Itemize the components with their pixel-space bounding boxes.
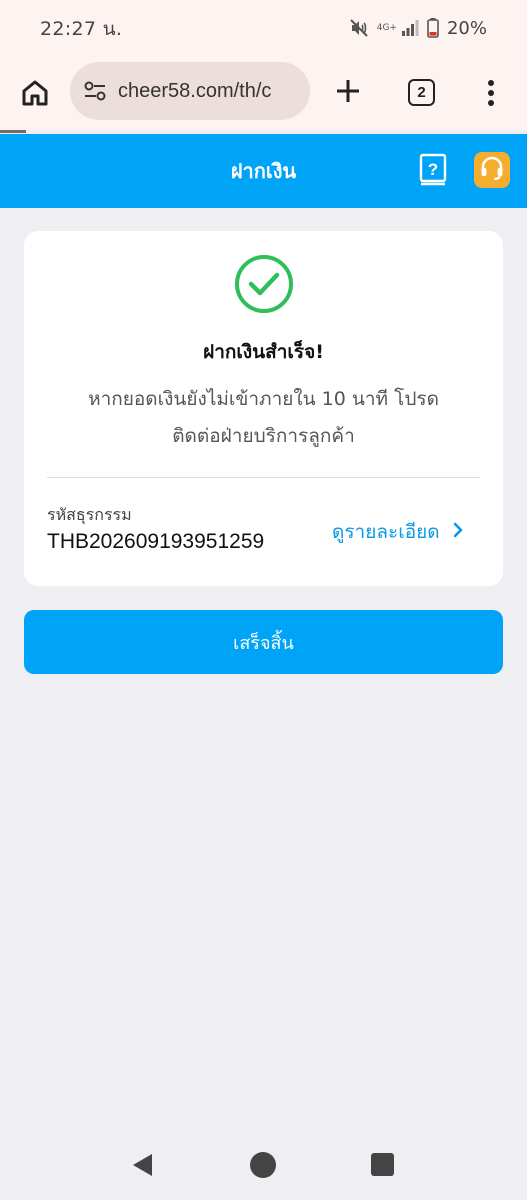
- message-line-2: ติดต่อฝ่ายบริการลูกค้า: [172, 425, 355, 447]
- app-header: ฝากเงิน ?: [0, 134, 527, 208]
- help-book-icon[interactable]: ?: [419, 153, 447, 187]
- battery-percent: 20%: [446, 17, 487, 39]
- tab-switcher-button[interactable]: 2: [408, 79, 435, 106]
- divider: [47, 477, 480, 478]
- tab-count: 2: [417, 84, 426, 101]
- chevron-right-icon: [452, 521, 464, 544]
- home-icon[interactable]: [20, 78, 50, 108]
- page-title: ฝากเงิน: [230, 159, 297, 183]
- transaction-label: รหัสธุรกรรม: [47, 505, 132, 524]
- transaction-id: THB202609193951259: [47, 530, 265, 553]
- system-nav-bar: [0, 1130, 527, 1200]
- status-bar: 22:27 น. 4G+ 20%: [0, 0, 527, 56]
- browser-toolbar: cheer58.com/th/c 2: [0, 56, 527, 130]
- network-label: 4G+: [376, 23, 397, 33]
- back-icon[interactable]: [130, 1152, 154, 1182]
- plus-icon[interactable]: [333, 76, 363, 106]
- address-bar[interactable]: cheer58.com/th/c: [70, 62, 310, 120]
- customer-support-button[interactable]: [474, 152, 510, 188]
- message-line-1: หากยอดเงินยังไม่เข้าภายใน 10 นาที โปรด: [88, 388, 439, 410]
- battery-icon: [427, 18, 439, 38]
- recents-icon[interactable]: [371, 1153, 394, 1176]
- done-button[interactable]: เสร็จสิ้น: [24, 610, 503, 674]
- site-settings-icon[interactable]: [82, 78, 108, 104]
- view-details-link[interactable]: ดูรายละเอียด: [332, 517, 464, 547]
- home-circle-icon[interactable]: [250, 1152, 276, 1178]
- headset-icon: [479, 155, 505, 185]
- success-message: หากยอดเงินยังไม่เข้าภายใน 10 นาที โปรด ต…: [54, 381, 473, 455]
- check-circle-icon: [233, 253, 295, 315]
- url-text[interactable]: cheer58.com/th/c: [118, 80, 271, 103]
- status-time: 22:27 น.: [40, 18, 123, 40]
- signal-icon: [401, 19, 419, 37]
- view-details-label: ดูรายละเอียด: [332, 521, 440, 543]
- deposit-result-card: ฝากเงินสำเร็จ! หากยอดเงินยังไม่เข้าภายใน…: [24, 231, 503, 586]
- svg-text:?: ?: [428, 160, 438, 179]
- done-button-label: เสร็จสิ้น: [233, 632, 294, 654]
- mute-icon: [349, 18, 369, 38]
- success-title: ฝากเงินสำเร็จ!: [203, 341, 324, 363]
- more-vert-icon[interactable]: [480, 78, 502, 108]
- status-icons: 4G+ 20%: [349, 18, 487, 39]
- page-load-indicator: [0, 130, 26, 133]
